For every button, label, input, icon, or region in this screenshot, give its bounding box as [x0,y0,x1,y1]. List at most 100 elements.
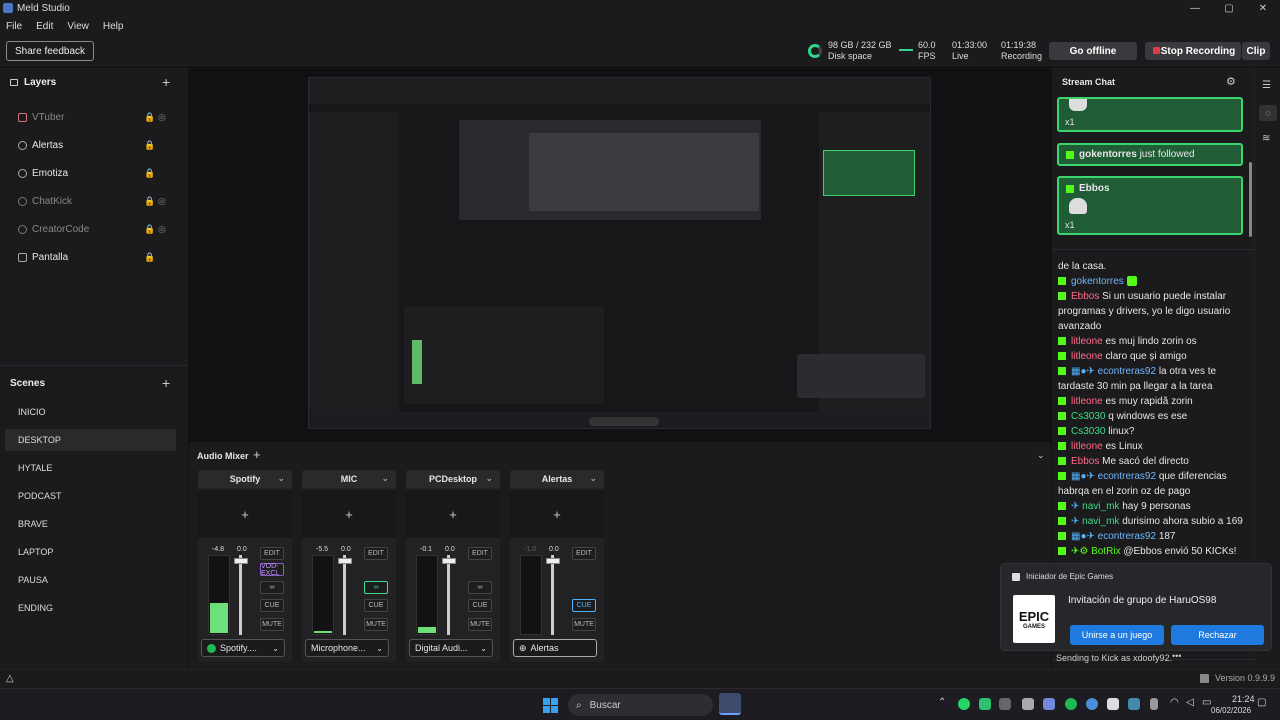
add-filter-button[interactable]: + [406,490,500,538]
scene-desktop[interactable]: DESKTOP [5,429,176,451]
chevron-down-icon[interactable]: ⌄ [381,473,389,484]
notifications-bell-icon[interactable]: ▢ [1257,697,1266,708]
eye-hidden-icon[interactable]: ◎ [158,196,166,207]
audio-wave-icon[interactable]: ≋ [1262,133,1270,144]
telegram-icon[interactable] [1022,698,1034,710]
message-user[interactable]: navi_mk [1082,516,1119,527]
edit-button[interactable]: EDIT [468,547,492,560]
add-filter-button[interactable]: + [198,490,292,538]
edit-button[interactable]: EDIT [260,547,284,560]
discord-icon[interactable] [1043,698,1055,710]
source-select[interactable]: Digital Audi... ⌄ [409,639,493,657]
clock-date[interactable]: 06/02/2026 [1211,706,1251,715]
tray-app-icon[interactable] [979,698,991,710]
message-user[interactable]: Ebbos [1071,291,1099,302]
link-icon[interactable]: ∞ [364,581,388,594]
volume-fader[interactable] [551,555,554,635]
lock-icon[interactable]: 🔒 [144,224,155,235]
mute-button[interactable]: MUTE [468,618,492,631]
warning-icon[interactable]: △ [6,673,14,684]
lock-icon[interactable]: 🔒 [144,140,155,151]
message-user[interactable]: BotRix [1091,546,1120,557]
close-button[interactable]: ✕ [1246,0,1280,16]
menu-help[interactable]: Help [103,21,124,32]
scene-inicio[interactable]: INICIO [5,401,176,423]
message-user[interactable]: econtreras92 [1098,471,1156,482]
message-user[interactable]: litleone [1071,351,1103,362]
reject-button[interactable]: Rechazar [1171,625,1264,645]
mute-button[interactable]: MUTE [260,618,284,631]
layer-vtuber[interactable]: VTuber 🔒 ◎ [18,109,168,125]
cue-button[interactable]: CUE [468,599,492,612]
layer-creatorcode[interactable]: CreatorCode 🔒 ◎ [18,221,168,237]
lock-icon[interactable]: 🔒 [144,168,155,179]
minimize-button[interactable]: — [1178,0,1212,16]
fader-knob[interactable] [234,558,248,564]
meld-taskbar-icon[interactable] [719,693,741,715]
menu-file[interactable]: File [6,21,22,32]
tray-app-icon-2[interactable] [999,698,1011,710]
chevron-down-icon[interactable]: ⌄ [277,473,285,484]
layer-chatkick[interactable]: ChatKick 🔒 ◎ [18,193,168,209]
volume-fader[interactable] [343,555,346,635]
menu-view[interactable]: View [67,21,89,32]
lock-icon[interactable]: 🔒 [144,112,155,123]
scene-brave[interactable]: BRAVE [5,513,176,535]
fader-knob[interactable] [442,558,456,564]
edit-button[interactable]: EDIT [364,547,388,560]
chevron-down-icon[interactable]: ⌄ [589,473,597,484]
lock-icon[interactable]: 🔒 [144,196,155,207]
spotify-tray-icon[interactable] [1065,698,1077,710]
add-filter-button[interactable]: + [302,490,396,538]
link-icon[interactable]: ∞ [260,581,284,594]
scene-podcast[interactable]: PODCAST [5,485,176,507]
chat-settings-gear-icon[interactable]: ⚙ [1226,75,1236,88]
tray-app-icon-3[interactable] [1086,698,1098,710]
message-user[interactable]: litleone [1071,441,1103,452]
volume-fader[interactable] [239,555,242,635]
message-user[interactable]: litleone [1071,336,1103,347]
cue-button[interactable]: CUE [260,599,284,612]
share-feedback-button[interactable]: Share feedback [6,41,95,61]
mute-button[interactable]: MUTE [572,618,596,631]
message-user[interactable]: Cs3030 [1071,426,1105,437]
add-filter-button[interactable]: + [510,490,604,538]
clock-time[interactable]: 21:24 [1232,694,1255,704]
vod-exclude-badge[interactable]: VOD-EXCL [260,563,284,577]
menu-edit[interactable]: Edit [36,21,53,32]
source-select[interactable]: ⊕ Alertas [513,639,597,657]
mute-button[interactable]: MUTE [364,618,388,631]
tray-app-icon-5[interactable] [1128,698,1140,710]
tray-chevron-up-icon[interactable]: ⌃ [938,697,946,708]
cue-button[interactable]: CUE [364,599,388,612]
wifi-icon[interactable]: ◠ [1170,697,1179,708]
taskbar-search[interactable]: ⌕ Buscar [568,694,713,716]
whatsapp-icon[interactable] [958,698,970,710]
link-icon[interactable]: ∞ [468,581,492,594]
scene-ending[interactable]: ENDING [5,597,176,619]
message-user[interactable]: econtreras92 [1098,531,1156,542]
more-options-icon[interactable]: ••• [1172,651,1181,661]
eye-hidden-icon[interactable]: ◎ [158,112,166,123]
source-select[interactable]: Spotify.... ⌄ [201,639,285,657]
message-user[interactable]: Cs3030 [1071,411,1105,422]
volume-fader[interactable] [447,555,450,635]
scene-pausa[interactable]: PAUSA [5,569,176,591]
chat-bubble-icon[interactable]: ◌ [1259,105,1277,121]
chevron-down-icon[interactable]: ⌄ [485,473,493,484]
join-game-button[interactable]: Unirse a un juego [1070,625,1164,645]
scene-hytale[interactable]: HYTALE [5,457,176,479]
scene-laptop[interactable]: LAPTOP [5,541,176,563]
fader-knob[interactable] [338,558,352,564]
fader-knob[interactable] [546,558,560,564]
message-user[interactable]: navi_mk [1082,501,1119,512]
message-user[interactable]: gokentorres [1071,276,1124,287]
cue-button[interactable]: CUE [572,599,596,612]
microphone-icon[interactable] [1150,698,1158,710]
message-user[interactable]: Ebbos [1071,456,1099,467]
clip-button[interactable]: Clip [1242,42,1270,60]
stop-recording-button[interactable]: Stop Recording [1145,42,1241,60]
go-offline-button[interactable]: Go offline [1049,42,1137,60]
add-audio-source-icon[interactable]: + [253,447,261,462]
maximize-button[interactable]: ▢ [1212,0,1246,16]
